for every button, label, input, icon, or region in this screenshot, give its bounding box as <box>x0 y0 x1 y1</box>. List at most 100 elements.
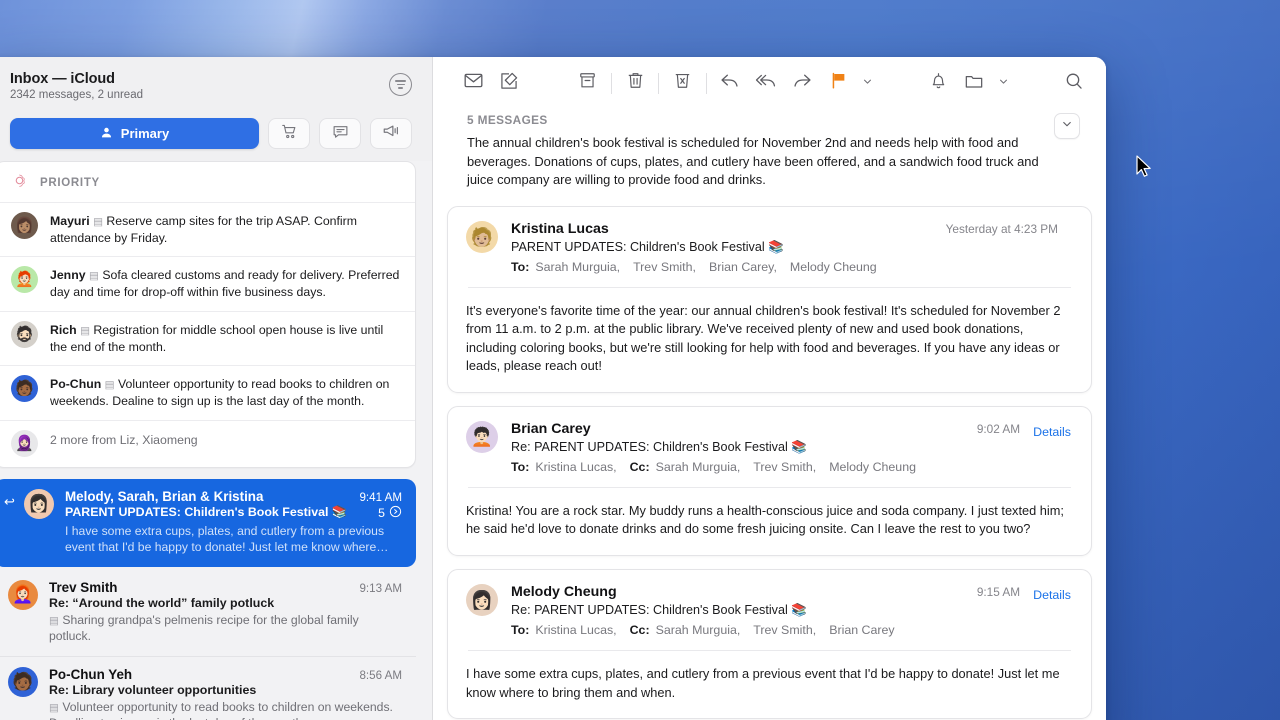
move-dropdown-button[interactable] <box>993 66 1014 100</box>
priority-more-label: 2 more from Liz, Xiaomeng <box>50 430 198 447</box>
message-list-item[interactable]: 👩🏻‍🦰 Trev Smith 9:13 AM Re: “Around the … <box>0 570 416 657</box>
forward-arrow-icon <box>792 70 813 96</box>
category-tab-updates[interactable] <box>319 118 361 149</box>
priority-item[interactable]: 🧑🏻‍🦰 Jenny ▤ Sofa cleared customs and re… <box>0 256 415 310</box>
recipient-name: Sarah Murguia, <box>656 460 741 474</box>
priority-item[interactable]: 👩🏽 Mayuri ▤ Reserve camp sites for the t… <box>0 202 415 256</box>
mailbox-title: Inbox — iCloud <box>10 71 143 87</box>
recipient-name: Trev Smith, <box>753 460 816 474</box>
sidebar-header: Inbox — iCloud 2342 messages, 2 unread <box>0 57 432 112</box>
reply-arrow-icon <box>719 70 740 96</box>
summary-icon: ▤ <box>49 702 59 714</box>
thread-message-list[interactable]: 🧑🏼 Kristina Lucas Yesterday at 4:23 PM P… <box>433 206 1106 720</box>
thread-message[interactable]: 🧑🏼 Kristina Lucas Yesterday at 4:23 PM P… <box>447 206 1092 393</box>
priority-item[interactable]: 🧑🏾 Po-Chun ▤ Volunteer opportunity to re… <box>0 365 415 419</box>
message-content-pane: 5 MESSAGES The annual children's book fe… <box>433 57 1106 720</box>
thread-message-subject: Re: PARENT UPDATES: Children's Book Fest… <box>511 603 1020 618</box>
priority-section: PRIORITY 👩🏽 Mayuri ▤ Reserve camp sites … <box>0 161 416 468</box>
category-tab-transactions[interactable] <box>268 118 310 149</box>
envelope-icon <box>463 70 484 96</box>
mouse-cursor <box>1136 155 1152 178</box>
recipient-name: Brian Carey, <box>709 260 777 274</box>
reply-button[interactable] <box>712 66 748 100</box>
message-sender: Trev Smith <box>49 580 117 595</box>
archive-button[interactable] <box>570 66 606 100</box>
message-sender: Melody, Sarah, Brian & Kristina <box>65 489 263 504</box>
message-subject: Re: Library volunteer opportunities <box>49 683 256 697</box>
search-icon <box>1064 71 1084 96</box>
thread-message[interactable]: 🧑🏻‍🦱 Brian Carey 9:02 AM Re: PARENT UPDA… <box>447 406 1092 556</box>
megaphone-icon <box>382 122 400 145</box>
message-count-value: 5 <box>378 506 385 520</box>
priority-more-row[interactable]: 🧕🏻 2 more from Liz, Xiaomeng <box>0 420 415 467</box>
chevron-down-icon <box>1061 117 1073 135</box>
avatar: 🧑🏻‍🦱 <box>466 421 498 453</box>
message-list-scroll[interactable]: PRIORITY 👩🏽 Mayuri ▤ Reserve camp sites … <box>0 161 432 720</box>
priority-text: Volunteer opportunity to read books to c… <box>50 377 389 408</box>
recipient-name: Brian Carey <box>829 623 894 637</box>
flag-dropdown-button[interactable] <box>857 66 878 100</box>
summary-collapse-button[interactable] <box>1054 113 1080 139</box>
chevron-down-icon <box>998 74 1009 92</box>
message-list-item-selected[interactable]: ↩ 👩🏻 Melody, Sarah, Brian & Kristina 9:4… <box>0 479 416 567</box>
thread-summary-label: 5 MESSAGES <box>467 113 1044 127</box>
thread-message[interactable]: 👩🏻 Melody Cheung 9:15 AM Re: PARENT UPDA… <box>447 569 1092 719</box>
message-time: 8:56 AM <box>359 669 402 682</box>
cc-label: Cc: <box>630 623 650 637</box>
chat-bubble-icon <box>332 123 349 145</box>
toolbar-divider <box>658 73 659 94</box>
mailbox-count: 2342 messages, 2 unread <box>10 89 143 101</box>
recipient-name: Sarah Murguia, <box>535 260 620 274</box>
message-thread-count: 5 <box>378 505 402 521</box>
flag-icon <box>829 71 848 95</box>
summary-icon: ▤ <box>105 379 115 391</box>
priority-sender: Po-Chun <box>50 377 101 391</box>
category-tab-promotions[interactable] <box>370 118 412 149</box>
thread-details-link[interactable]: Details <box>1033 588 1071 602</box>
move-to-folder-button[interactable] <box>956 66 992 100</box>
filter-lines-icon[interactable] <box>389 73 412 96</box>
shopping-cart-icon <box>281 123 298 145</box>
category-tab-primary[interactable]: Primary <box>10 118 259 149</box>
message-toolbar <box>433 57 1106 109</box>
message-subject: PARENT UPDATES: Children's Book Festival… <box>65 505 347 520</box>
thread-details-link[interactable]: Details <box>1033 425 1071 439</box>
compose-button[interactable] <box>491 66 527 100</box>
flag-button[interactable] <box>821 66 857 100</box>
mark-unread-button[interactable] <box>455 66 491 100</box>
search-button[interactable] <box>1056 66 1092 100</box>
reply-all-button[interactable] <box>748 66 784 100</box>
to-label: To: <box>511 460 529 474</box>
mute-notify-button[interactable] <box>920 66 956 100</box>
to-label: To: <box>511 260 529 274</box>
priority-item[interactable]: 🧔🏻 Rich ▤ Registration for middle school… <box>0 311 415 365</box>
message-time: 9:13 AM <box>359 582 402 595</box>
chevron-down-icon <box>862 74 873 92</box>
thread-recipients: To: Kristina Lucas, Cc: Sarah Murguia, T… <box>511 623 1020 637</box>
summary-icon: ▤ <box>89 270 99 282</box>
avatar: 👩🏽 <box>11 212 38 239</box>
recipient-name: Trev Smith, <box>753 623 816 637</box>
thread-message-time: Yesterday at 4:23 PM <box>946 222 1058 236</box>
message-list-item[interactable]: 🧑🏾 Po-Chun Yeh 8:56 AM Re: Library volun… <box>0 657 416 720</box>
priority-text: Registration for middle school open hous… <box>50 323 383 354</box>
delete-button[interactable] <box>617 66 653 100</box>
reply-arrow-icon: ↩ <box>4 495 15 508</box>
category-filter-row: Primary <box>0 112 432 161</box>
priority-sparkle-icon <box>11 172 28 194</box>
to-label: To: <box>511 623 529 637</box>
recipient-name: Melody Cheung <box>829 460 916 474</box>
chevron-circle-right-icon[interactable] <box>389 505 402 521</box>
junk-button[interactable] <box>664 66 700 100</box>
cc-label: Cc: <box>630 460 650 474</box>
avatar: 🧑🏼 <box>466 221 498 253</box>
avatar: 🧑🏾 <box>11 375 38 402</box>
priority-text: Sofa cleared customs and ready for deliv… <box>50 268 399 299</box>
message-time: 9:41 AM <box>359 491 402 504</box>
message-preview-text: Sharing grandpa's pelmenis recipe for th… <box>49 613 359 643</box>
forward-button[interactable] <box>784 66 820 100</box>
priority-sender: Jenny <box>50 268 86 282</box>
summary-icon: ▤ <box>80 325 90 337</box>
thread-sender-name: Melody Cheung <box>511 584 617 600</box>
message-preview-text: Volunteer opportunity to read books to c… <box>49 700 393 720</box>
